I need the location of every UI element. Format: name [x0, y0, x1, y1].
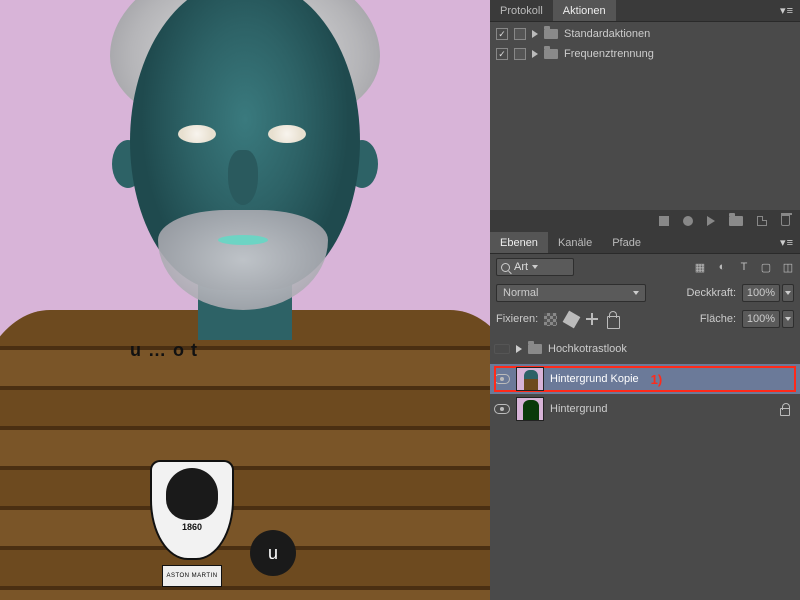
portrait-image: u … o t 1860 ASTON MARTIN u — [0, 0, 490, 600]
lock-transparency-icon[interactable] — [544, 313, 557, 326]
filter-smartobject-icon[interactable]: ◫ — [782, 261, 794, 273]
toggle-check-icon[interactable]: ✓ — [496, 48, 508, 60]
expand-icon[interactable] — [532, 50, 538, 58]
new-action-icon[interactable] — [757, 216, 767, 226]
tab-protokoll[interactable]: Protokoll — [490, 0, 553, 21]
panel-menu-icon[interactable]: ▾≡ — [774, 236, 800, 249]
dialog-toggle-icon[interactable] — [514, 48, 526, 60]
tab-kanale[interactable]: Kanäle — [548, 232, 602, 253]
tab-ebenen[interactable]: Ebenen — [490, 232, 548, 253]
annotation-number: 1) — [651, 372, 663, 387]
folder-icon — [544, 49, 558, 59]
uhlsport-logo: u — [250, 530, 296, 576]
opacity-label: Deckkraft: — [686, 287, 736, 299]
layer-thumbnail[interactable] — [516, 367, 544, 391]
panel-menu-icon[interactable]: ▾≡ — [774, 4, 800, 17]
blend-mode-select[interactable]: Normal — [496, 284, 646, 302]
fill-slider-toggle[interactable] — [782, 310, 794, 328]
layer-row-selected[interactable]: Hintergrund Kopie 1) — [490, 364, 800, 394]
action-set-label: Standardaktionen — [564, 28, 650, 40]
right-panels: Protokoll Aktionen ▾≡ ✓ Standardaktionen… — [490, 0, 800, 600]
action-set-row[interactable]: ✓ Frequenztrennung — [490, 44, 800, 64]
fill-field[interactable]: 100% — [742, 310, 780, 328]
search-icon — [501, 263, 510, 272]
blend-mode-value: Normal — [503, 287, 538, 299]
filter-pixel-icon[interactable]: ▦ — [694, 261, 706, 273]
crest-year: 1860 — [182, 522, 202, 532]
aston-badge: ASTON MARTIN — [162, 565, 222, 587]
opacity-field[interactable]: 100% — [742, 284, 780, 302]
visibility-toggle[interactable] — [494, 344, 510, 354]
folder-icon — [528, 344, 542, 354]
new-set-icon[interactable] — [729, 216, 743, 226]
expand-icon[interactable] — [516, 345, 522, 353]
layer-filter-select[interactable]: Art — [496, 258, 574, 276]
action-set-row[interactable]: ✓ Standardaktionen — [490, 24, 800, 44]
lock-icon — [780, 408, 790, 416]
layers-body: Art ▦ ◐ T ▢ ◫ Normal Deckkraft: 100% — [490, 254, 800, 600]
chevron-down-icon — [633, 291, 639, 295]
toggle-check-icon[interactable]: ✓ — [496, 28, 508, 40]
filter-shape-icon[interactable]: ▢ — [760, 261, 772, 273]
actions-empty-area — [490, 70, 800, 210]
chevron-down-icon — [532, 265, 538, 269]
layer-thumbnail[interactable] — [516, 397, 544, 421]
layer-name: Hochkotrastlook — [548, 343, 627, 355]
record-icon[interactable] — [683, 216, 693, 226]
layer-group-row[interactable]: Hochkotrastlook — [490, 334, 800, 364]
folder-icon — [544, 29, 558, 39]
expand-icon[interactable] — [532, 30, 538, 38]
filter-label: Art — [514, 261, 528, 273]
tab-aktionen[interactable]: Aktionen — [553, 0, 616, 21]
opacity-slider-toggle[interactable] — [782, 284, 794, 302]
fill-label: Fläche: — [700, 313, 736, 325]
filter-adjustment-icon[interactable]: ◐ — [716, 261, 728, 273]
lock-position-icon[interactable] — [586, 313, 599, 326]
layer-name: Hintergrund Kopie — [550, 373, 639, 385]
visibility-toggle[interactable] — [494, 404, 510, 414]
document-canvas[interactable]: u … o t 1860 ASTON MARTIN u — [0, 0, 490, 600]
play-icon[interactable] — [707, 216, 715, 226]
shirt-brand-text: u … o t — [130, 340, 198, 361]
actions-tabs: Protokoll Aktionen ▾≡ — [490, 0, 800, 22]
action-set-label: Frequenztrennung — [564, 48, 654, 60]
lock-label: Fixieren: — [496, 313, 538, 325]
lock-pixels-icon[interactable] — [563, 310, 581, 328]
actions-footer — [490, 210, 800, 232]
layers-tabs: Ebenen Kanäle Pfade ▾≡ — [490, 232, 800, 254]
trash-icon[interactable] — [781, 215, 790, 226]
layer-row[interactable]: Hintergrund — [490, 394, 800, 424]
actions-list: ✓ Standardaktionen ✓ Frequenztrennung — [490, 22, 800, 70]
layer-name: Hintergrund — [550, 403, 607, 415]
dialog-toggle-icon[interactable] — [514, 28, 526, 40]
layer-list: Hochkotrastlook Hintergrund Kopie 1) Hin… — [490, 332, 800, 426]
stop-icon[interactable] — [659, 216, 669, 226]
visibility-toggle[interactable] — [494, 374, 510, 384]
tab-pfade[interactable]: Pfade — [602, 232, 651, 253]
filter-type-icon[interactable]: T — [738, 261, 750, 273]
lock-all-icon[interactable] — [607, 316, 620, 329]
